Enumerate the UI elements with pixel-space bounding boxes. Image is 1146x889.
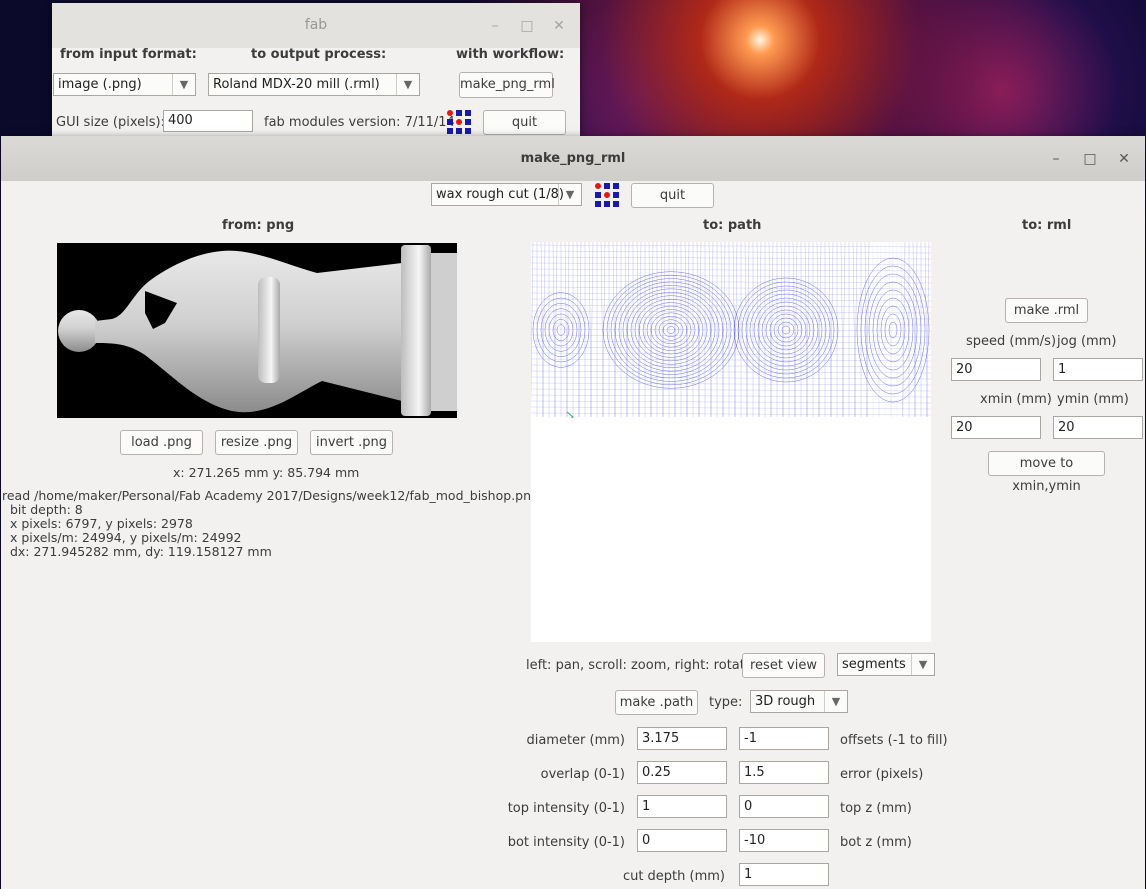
xmin-input[interactable]: 20 (951, 416, 1041, 439)
top-intensity-label: top intensity (0-1) (507, 801, 625, 816)
make-path-button[interactable]: make .path (615, 690, 698, 715)
fab-quit-button[interactable]: quit (483, 110, 566, 135)
bot-intensity-input[interactable]: 0 (637, 829, 727, 852)
chevron-down-icon: ▼ (911, 654, 934, 675)
make-rml-button[interactable]: make .rml (1005, 298, 1088, 323)
minimize-icon[interactable]: – (488, 19, 502, 33)
maximize-icon[interactable]: □ (1083, 152, 1097, 166)
cursor-coords: x: 271.265 mm y: 85.794 mm (173, 465, 360, 480)
toolpath-render (531, 242, 931, 418)
process-select-value: wax rough cut (1/8) (436, 187, 564, 202)
fab-titlebar[interactable]: fab – □ ✕ (52, 3, 580, 48)
info-line: dx: 271.945282 mm, dy: 119.158127 mm (2, 544, 272, 559)
chevron-down-icon: ▼ (558, 184, 581, 205)
ymin-label: ymin (mm) (1057, 392, 1129, 407)
image-info: read /home/maker/Personal/Fab Academy 20… (2, 489, 539, 559)
to-output-label: to output process: (251, 47, 387, 62)
minimize-icon[interactable]: – (1049, 152, 1063, 166)
close-icon[interactable]: ✕ (1117, 152, 1131, 166)
type-select[interactable]: 3D rough ▼ (750, 690, 848, 713)
top-z-input[interactable]: 0 (739, 795, 829, 818)
move-to-xmin-ymin-button[interactable]: move to xmin,ymin (988, 451, 1105, 494)
info-line: x pixels/m: 24994, y pixels/m: 24992 (2, 530, 242, 545)
path-viewer[interactable] (531, 242, 931, 642)
diameter-label: diameter (mm) (526, 733, 625, 748)
view-hint: left: pan, scroll: zoom, right: rotate (526, 658, 753, 673)
fab-window-title: fab (304, 17, 328, 33)
main-quit-button[interactable]: quit (631, 183, 714, 208)
fab-logo-icon (447, 110, 471, 134)
type-label: type: (709, 695, 743, 710)
gui-size-label: GUI size (pixels): (56, 115, 165, 130)
bot-z-label: bot z (mm) (840, 835, 912, 850)
bot-intensity-label: bot intensity (0-1) (507, 835, 625, 850)
resize-png-button[interactable]: resize .png (215, 430, 298, 455)
invert-png-button[interactable]: invert .png (310, 430, 393, 455)
view-mode-select[interactable]: segments ▼ (837, 653, 935, 676)
version-text: fab modules version: 7/11/14 (264, 115, 455, 130)
ymin-input[interactable]: 20 (1053, 416, 1143, 439)
type-value: 3D rough (755, 694, 816, 709)
top-z-label: top z (mm) (840, 801, 912, 816)
info-line: x pixels: 6797, y pixels: 2978 (2, 516, 193, 531)
input-format-value: image (.png) (58, 77, 142, 92)
xmin-label: xmin (mm) (980, 392, 1052, 407)
offsets-label: offsets (-1 to fill) (840, 733, 948, 748)
load-png-button[interactable]: load .png (120, 430, 203, 455)
from-png-header: from: png (222, 218, 295, 233)
origin-marker-icon (566, 411, 574, 418)
from-input-label: from input format: (60, 47, 197, 62)
error-input[interactable]: 1.5 (739, 761, 829, 784)
speed-input[interactable]: 20 (951, 358, 1041, 381)
to-rml-header: to: rml (1022, 218, 1072, 233)
input-format-select[interactable]: image (.png) ▼ (53, 73, 196, 96)
process-select[interactable]: wax rough cut (1/8) ▼ (431, 183, 582, 206)
to-path-header: to: path (703, 218, 762, 233)
overlap-label: overlap (0-1) (540, 767, 625, 782)
gui-size-input[interactable]: 400 (163, 110, 253, 132)
cut-depth-label: cut depth (mm) (622, 869, 725, 884)
close-icon[interactable]: ✕ (552, 19, 566, 33)
main-window-title: make_png_rml (520, 151, 626, 166)
info-line: read /home/maker/Personal/Fab Academy 20… (2, 488, 539, 503)
error-label: error (pixels) (840, 767, 924, 782)
workflow-button[interactable]: make_png_rml (459, 72, 555, 98)
jog-input[interactable]: 1 (1053, 358, 1143, 381)
bot-z-input[interactable]: -10 (739, 829, 829, 852)
cut-depth-input[interactable]: 1 (739, 863, 829, 886)
speed-label: speed (mm/s) (966, 334, 1057, 349)
chevron-down-icon: ▼ (824, 691, 847, 712)
jog-label: jog (mm) (1057, 334, 1117, 349)
chevron-down-icon: ▼ (172, 74, 195, 95)
chevron-down-icon: ▼ (396, 74, 419, 95)
fab-logo-icon (595, 183, 619, 207)
reset-view-button[interactable]: reset view (742, 653, 825, 678)
offsets-input[interactable]: -1 (739, 727, 829, 750)
toolpath-contours (531, 242, 931, 418)
png-preview-image (57, 243, 457, 418)
make-png-rml-window: make_png_rml – □ ✕ wax rough cut (1/8) ▼… (1, 136, 1145, 889)
output-process-value: Roland MDX-20 mill (.rml) (213, 77, 380, 92)
view-mode-value: segments (842, 657, 906, 672)
fab-window: fab – □ ✕ from input format: to output p… (52, 3, 580, 137)
overlap-input[interactable]: 0.25 (637, 761, 727, 784)
info-line: bit depth: 8 (2, 502, 83, 517)
maximize-icon[interactable]: □ (520, 19, 534, 33)
output-process-select[interactable]: Roland MDX-20 mill (.rml) ▼ (208, 73, 420, 96)
diameter-input[interactable]: 3.175 (637, 727, 727, 750)
top-intensity-input[interactable]: 1 (637, 795, 727, 818)
main-titlebar[interactable]: make_png_rml – □ ✕ (1, 136, 1145, 181)
workflow-label: with workflow: (456, 47, 565, 62)
